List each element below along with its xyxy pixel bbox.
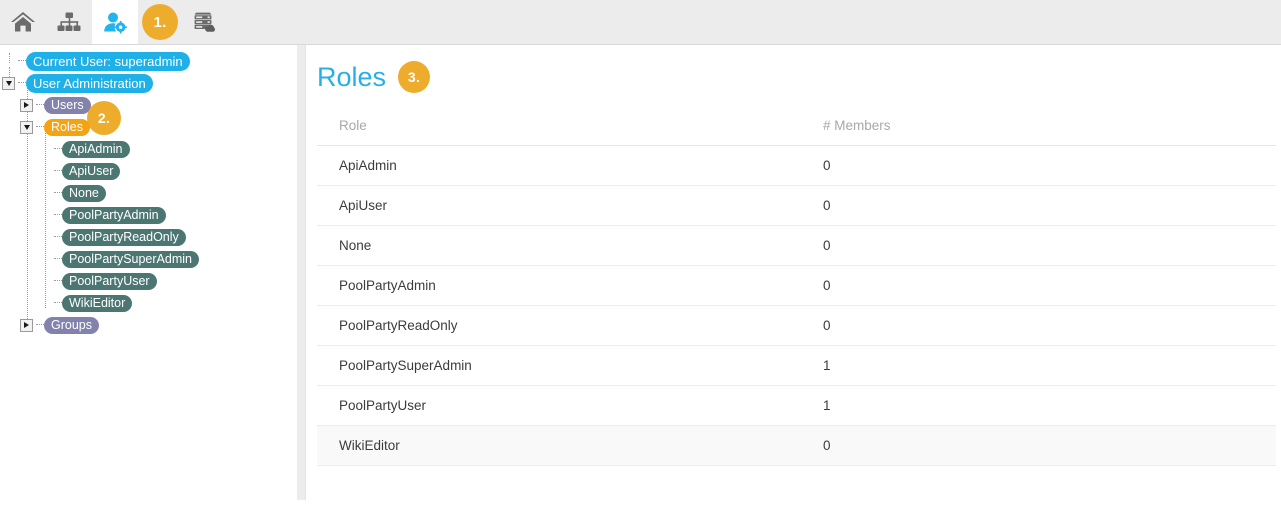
- tree-node-groups[interactable]: Groups: [20, 316, 99, 334]
- column-header-role[interactable]: Role: [317, 118, 801, 146]
- tree-connector: [18, 60, 26, 62]
- cell-members: 0: [801, 226, 1276, 266]
- tree-connector: [54, 214, 62, 216]
- role-node-label[interactable]: PoolPartySuperAdmin: [62, 251, 199, 268]
- home-icon: [10, 10, 36, 34]
- tree-connector: [36, 324, 44, 326]
- tree-connector: [54, 170, 62, 172]
- cell-members: 1: [801, 346, 1276, 386]
- hierarchy-icon: [56, 10, 82, 34]
- tree-node-role[interactable]: ApiAdmin: [38, 140, 130, 158]
- page-title: Roles: [317, 61, 386, 93]
- cell-role: ApiAdmin: [317, 146, 801, 186]
- table-row[interactable]: WikiEditor 0: [317, 426, 1276, 466]
- tree-node-role[interactable]: WikiEditor: [38, 294, 132, 312]
- tree-node-role[interactable]: PoolPartyUser: [38, 272, 157, 290]
- roles-table: Role # Members ApiAdmin 0 ApiUser 0 None…: [317, 118, 1276, 466]
- step-badge-1: 1.: [142, 4, 178, 40]
- table-row[interactable]: PoolPartyUser 1: [317, 386, 1276, 426]
- database-icon: [191, 10, 217, 34]
- cell-role: PoolPartyAdmin: [317, 266, 801, 306]
- users-label[interactable]: Users: [44, 97, 91, 114]
- tree-node-role[interactable]: None: [38, 184, 106, 202]
- current-user-label[interactable]: Current User: superadmin: [26, 52, 190, 71]
- tree-connector: [36, 104, 44, 106]
- toolbar-button-hierarchy[interactable]: [46, 0, 92, 44]
- tree-connector: [18, 82, 26, 84]
- page-header: Roles 3.: [306, 45, 1281, 93]
- toolbar-button-database[interactable]: [181, 0, 227, 44]
- toolbar-button-home[interactable]: [0, 0, 46, 44]
- table-row[interactable]: ApiUser 0: [317, 186, 1276, 226]
- tree-connector: [54, 148, 62, 150]
- toolbar-button-user-administration[interactable]: [92, 0, 138, 44]
- tree-node-roles[interactable]: Roles: [20, 118, 90, 136]
- step-badge-2: 2.: [87, 101, 121, 135]
- tree-connector: [54, 280, 62, 282]
- main-content: Roles 3. Role # Members ApiAdmin 0 ApiUs…: [306, 45, 1281, 505]
- table-row[interactable]: PoolPartyAdmin 0: [317, 266, 1276, 306]
- user-administration-icon: [102, 10, 128, 34]
- role-node-label[interactable]: ApiAdmin: [62, 141, 130, 158]
- table-row[interactable]: PoolPartyReadOnly 0: [317, 306, 1276, 346]
- tree-node-role[interactable]: PoolPartyReadOnly: [38, 228, 186, 246]
- tree-connector: [54, 302, 62, 304]
- tree-connector: [54, 192, 62, 194]
- expander-user-administration[interactable]: [2, 77, 15, 90]
- cell-role: WikiEditor: [317, 426, 801, 466]
- toolbar: 1.: [0, 0, 1281, 45]
- table-row[interactable]: None 0: [317, 226, 1276, 266]
- role-node-label[interactable]: None: [62, 185, 106, 202]
- sidebar-divider: [297, 45, 305, 500]
- role-node-label[interactable]: WikiEditor: [62, 295, 132, 312]
- tree-connector: [54, 258, 62, 260]
- role-node-label[interactable]: ApiUser: [62, 163, 120, 180]
- cell-role: None: [317, 226, 801, 266]
- tree-node-role[interactable]: ApiUser: [38, 162, 120, 180]
- cell-members: 0: [801, 306, 1276, 346]
- tree-node-users[interactable]: Users: [20, 96, 91, 114]
- cell-members: 0: [801, 146, 1276, 186]
- expander-users[interactable]: [20, 99, 33, 112]
- tree-node-user-administration[interactable]: User Administration: [2, 74, 153, 92]
- tree-connector: [54, 236, 62, 238]
- sidebar: Current User: superadmin User Administra…: [0, 45, 297, 505]
- roles-label[interactable]: Roles: [44, 119, 90, 136]
- expander-roles[interactable]: [20, 121, 33, 134]
- cell-role: ApiUser: [317, 186, 801, 226]
- tree-connector: [36, 126, 44, 128]
- role-node-label[interactable]: PoolPartyUser: [62, 273, 157, 290]
- expander-groups[interactable]: [20, 319, 33, 332]
- cell-role: PoolPartyReadOnly: [317, 306, 801, 346]
- role-node-label[interactable]: PoolPartyAdmin: [62, 207, 166, 224]
- tree-node-role[interactable]: PoolPartyAdmin: [38, 206, 166, 224]
- cell-members: 1: [801, 386, 1276, 426]
- role-node-label[interactable]: PoolPartyReadOnly: [62, 229, 186, 246]
- table-row[interactable]: PoolPartySuperAdmin 1: [317, 346, 1276, 386]
- cell-role: PoolPartyUser: [317, 386, 801, 426]
- table-row[interactable]: ApiAdmin 0: [317, 146, 1276, 186]
- cell-members: 0: [801, 266, 1276, 306]
- tree-node-role[interactable]: PoolPartySuperAdmin: [38, 250, 199, 268]
- column-header-members[interactable]: # Members: [801, 118, 1276, 146]
- cell-members: 0: [801, 186, 1276, 226]
- cell-role: PoolPartySuperAdmin: [317, 346, 801, 386]
- step-badge-3: 3.: [398, 61, 430, 93]
- table-header-row: Role # Members: [317, 118, 1276, 146]
- cell-members: 0: [801, 426, 1276, 466]
- tree-node-current-user[interactable]: Current User: superadmin: [2, 52, 190, 70]
- groups-label[interactable]: Groups: [44, 317, 99, 334]
- user-administration-label[interactable]: User Administration: [26, 74, 153, 93]
